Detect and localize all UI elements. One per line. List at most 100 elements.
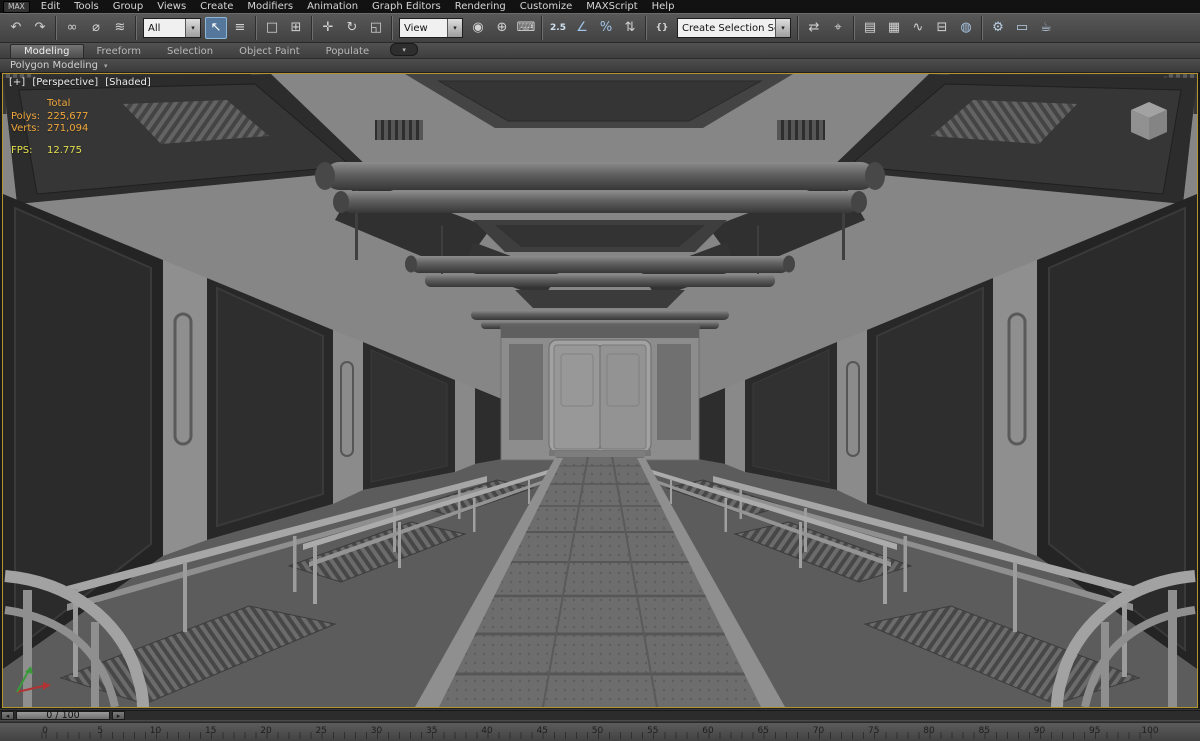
- edit-named-selection-sets-icon[interactable]: {}: [651, 17, 673, 39]
- menu-views[interactable]: Views: [150, 1, 193, 12]
- frame-label-90: 90: [1033, 726, 1046, 736]
- application-button[interactable]: MAX: [3, 0, 30, 13]
- tab-modeling[interactable]: Modeling: [10, 44, 84, 58]
- viewport-label: [+] [Perspective] [Shaded]: [9, 77, 155, 88]
- graphite-ribbon-icon[interactable]: ▦: [883, 17, 905, 39]
- menu-animation[interactable]: Animation: [300, 1, 365, 12]
- spinner-snap-icon[interactable]: ⇅: [619, 17, 641, 39]
- mirror-icon[interactable]: ⇄: [803, 17, 825, 39]
- keyboard-shortcut-override-icon[interactable]: ⌨: [515, 17, 537, 39]
- tab-populate[interactable]: Populate: [313, 45, 382, 58]
- polygon-modeling-strip[interactable]: Polygon Modeling ▾: [0, 59, 1200, 73]
- select-and-rotate-icon[interactable]: ↻: [341, 17, 363, 39]
- frame-label-15: 15: [205, 726, 217, 736]
- combo-arrow-icon[interactable]: ▾: [185, 19, 200, 37]
- selection-filter-dropdown[interactable]: All ▾: [143, 18, 201, 38]
- layer-manager-icon[interactable]: ▤: [859, 17, 881, 39]
- angle-snap-icon[interactable]: ∠: [571, 17, 593, 39]
- frame-label-35: 35: [426, 726, 438, 736]
- render-setup-icon[interactable]: ⚙: [987, 17, 1009, 39]
- track-bar[interactable]: 0 5 10 15 20 25 30 35 40 45 50 55 60 65 70 75 80 85 90 95 10…: [0, 722, 1200, 741]
- frame-label-25: 25: [315, 726, 327, 736]
- toolbar-separator: [311, 16, 313, 40]
- render-production-icon[interactable]: ☕: [1035, 17, 1057, 39]
- menu-edit[interactable]: Edit: [34, 1, 67, 12]
- selection-filter-dropdown-value: All: [148, 22, 161, 34]
- menu-graph-editors[interactable]: Graph Editors: [365, 1, 448, 12]
- ribbon-tab-bar: Modeling Freeform Selection Object Paint Pop…: [0, 43, 1200, 59]
- use-pivot-point-icon[interactable]: ◉: [467, 17, 489, 39]
- time-slider-label: 0 / 100: [46, 710, 80, 721]
- select-and-move-icon[interactable]: ✛: [317, 17, 339, 39]
- select-by-name-icon[interactable]: ≡: [229, 17, 251, 39]
- menu-modifiers[interactable]: Modifiers: [240, 1, 300, 12]
- viewport-pov-menu[interactable]: [Perspective]: [32, 77, 98, 88]
- menu-rendering[interactable]: Rendering: [448, 1, 513, 12]
- frame-label-50: 50: [591, 726, 604, 736]
- polys-label: Polys:: [11, 110, 41, 122]
- viewport-general-menu[interactable]: [+]: [9, 77, 25, 88]
- material-editor-icon[interactable]: ◍: [955, 17, 977, 39]
- rendered-frame-window-icon[interactable]: ▭: [1011, 17, 1033, 39]
- tab-freeform[interactable]: Freeform: [84, 45, 155, 58]
- chevron-down-icon: ▾: [103, 61, 108, 70]
- menu-tools[interactable]: Tools: [67, 1, 106, 12]
- next-frame-button[interactable]: ▸: [112, 711, 125, 720]
- verts-label: Verts:: [11, 123, 40, 134]
- select-and-scale-icon[interactable]: ◱: [365, 17, 387, 39]
- frame-label-20: 20: [260, 726, 272, 736]
- window-crossing-icon[interactable]: ⊞: [285, 17, 307, 39]
- menu-group[interactable]: Group: [106, 1, 150, 12]
- frame-label-75: 75: [868, 726, 880, 736]
- rectangular-selection-region-icon[interactable]: □: [261, 17, 283, 39]
- tab-selection[interactable]: Selection: [154, 45, 226, 58]
- align-icon[interactable]: ⌖: [827, 17, 849, 39]
- frame-label-70: 70: [812, 726, 825, 736]
- time-slider-track[interactable]: ◂ 0 / 100 ▸: [0, 710, 1200, 721]
- frame-label-10: 10: [149, 726, 162, 736]
- reference-coordinate-system-dropdown[interactable]: View ▾: [399, 18, 463, 38]
- perspective-viewport[interactable]: [+] [Perspective] [Shaded] Total Polys: 2…: [2, 73, 1198, 708]
- combo-arrow-icon[interactable]: ▾: [447, 19, 462, 37]
- menu-create[interactable]: Create: [193, 1, 240, 12]
- corridor-end-door[interactable]: [500, 325, 700, 461]
- bind-to-space-warp-icon[interactable]: ≋: [109, 17, 131, 39]
- frame-label-95: 95: [1089, 726, 1101, 736]
- select-and-link-icon[interactable]: ∞: [61, 17, 83, 39]
- 3ds-max-window: MAX Edit Tools Group Views Create Modifiers An…: [0, 0, 1200, 741]
- redo-icon[interactable]: ↷: [29, 17, 51, 39]
- polys-value: 225,677: [47, 110, 89, 122]
- named-selection-sets-dropdown[interactable]: Create Selection Se ▾: [677, 18, 791, 38]
- reference-coordinate-system-dropdown-value: View: [404, 22, 428, 34]
- frame-label-65: 65: [757, 726, 769, 736]
- stats-fps-row: FPS: 12.775: [11, 145, 88, 158]
- menu-maxscript[interactable]: MAXScript: [579, 1, 644, 12]
- schematic-view-icon[interactable]: ⊟: [931, 17, 953, 39]
- tab-object-paint[interactable]: Object Paint: [226, 45, 313, 58]
- menu-customize[interactable]: Customize: [513, 1, 580, 12]
- fps-label: FPS:: [11, 144, 33, 156]
- ribbon-minimize-toggle[interactable]: ▾: [390, 43, 419, 56]
- combo-arrow-icon[interactable]: ▾: [775, 19, 790, 37]
- frame-label-55: 55: [647, 726, 659, 736]
- menu-help[interactable]: Help: [645, 1, 682, 12]
- percent-snap-icon[interactable]: %: [595, 17, 617, 39]
- select-and-manipulate-icon[interactable]: ⊕: [491, 17, 513, 39]
- fps-value: 12.775: [47, 144, 82, 156]
- viewport-shading-menu[interactable]: [Shaded]: [105, 77, 150, 88]
- toolbar-separator: [645, 16, 647, 40]
- viewport-canvas[interactable]: [3, 74, 1197, 707]
- frame-label-60: 60: [702, 726, 714, 736]
- undo-icon[interactable]: ↶: [5, 17, 27, 39]
- view-cube[interactable]: [1131, 102, 1167, 140]
- snaps-toggle-icon[interactable]: 2.5: [547, 17, 569, 39]
- time-slider-row: ◂ 0 / 100 ▸: [0, 708, 1200, 722]
- stats-verts-row: Verts: 271,094: [11, 123, 88, 136]
- unlink-selection-icon[interactable]: ⌀: [85, 17, 107, 39]
- frame-label-85: 85: [978, 726, 990, 736]
- curve-editor-icon[interactable]: ∿: [907, 17, 929, 39]
- time-slider-handle[interactable]: 0 / 100: [16, 710, 110, 721]
- previous-frame-button[interactable]: ◂: [1, 711, 14, 720]
- select-object-icon[interactable]: ↖: [205, 17, 227, 39]
- toolbar-separator: [255, 16, 257, 40]
